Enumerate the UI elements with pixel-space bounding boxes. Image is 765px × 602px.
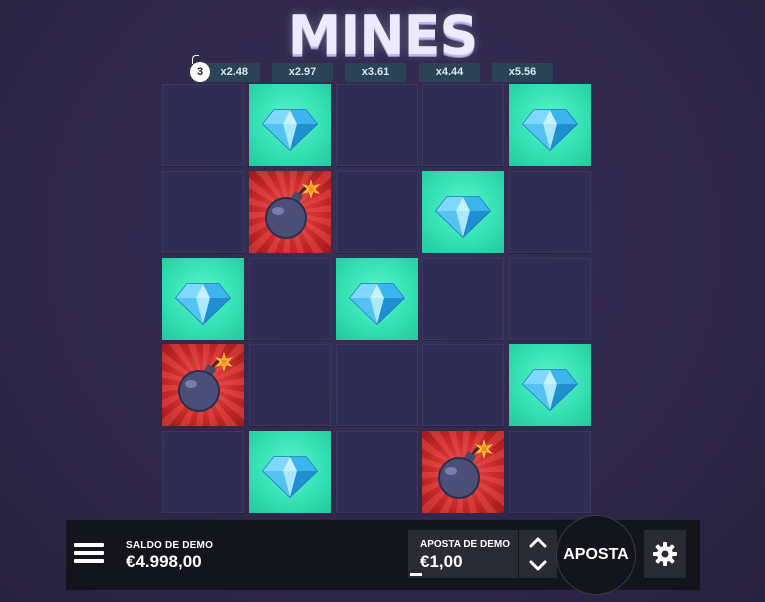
multiplier-3: x3.61: [345, 63, 406, 82]
grid-tile[interactable]: [249, 258, 331, 340]
diamond-icon: [174, 283, 232, 326]
bet-amount-field[interactable]: APOSTA DE DEMO €1,00: [408, 530, 518, 578]
grid-tile[interactable]: [509, 258, 591, 340]
gear-icon: [653, 542, 677, 566]
diamond-icon: [521, 369, 579, 412]
grid-tile[interactable]: [509, 431, 591, 513]
game-title: MINES: [287, 4, 479, 67]
diamond-icon: [521, 109, 579, 152]
grid-tile: [509, 344, 591, 426]
multiplier-4: x4.44: [419, 63, 480, 82]
grid-tile[interactable]: [509, 171, 591, 253]
grid-tile[interactable]: [422, 84, 504, 166]
chevron-down-icon[interactable]: [528, 555, 548, 575]
grid-tile[interactable]: [162, 431, 244, 513]
bottom-bar: SALDO DE DEMO €4.998,00 APOSTA DE DEMO €…: [66, 515, 700, 595]
diamond-icon: [261, 456, 319, 499]
multiplier-2: x2.97: [272, 63, 333, 82]
diamond-icon: [261, 109, 319, 152]
multiplier-5: x5.56: [492, 63, 553, 82]
bet-label: APOSTA DE DEMO: [420, 539, 511, 550]
grid-tile: [162, 344, 244, 426]
grid-tile[interactable]: [336, 171, 418, 253]
diamond-icon: [348, 283, 406, 326]
grid-tile[interactable]: [336, 84, 418, 166]
grid-tile: [162, 258, 244, 340]
menu-icon-line: [74, 543, 104, 547]
grid-tile[interactable]: [162, 84, 244, 166]
grid-tile: [249, 84, 331, 166]
grid-tile[interactable]: [336, 344, 418, 426]
grid-tile[interactable]: [422, 258, 504, 340]
grid-tile: [249, 171, 331, 253]
grid-tile: [422, 431, 504, 513]
bet-value: €1,00: [420, 552, 463, 571]
diamond-icon: [434, 196, 492, 239]
bomb-icon: [265, 179, 320, 239]
multiplier-row: x2.48 x2.97 x3.61 x4.44 x5.56: [0, 63, 765, 83]
grid-tile: [509, 84, 591, 166]
chevron-up-icon[interactable]: [528, 533, 548, 553]
menu-icon[interactable]: [74, 535, 104, 571]
grid-tile[interactable]: [336, 431, 418, 513]
menu-icon-line: [74, 551, 104, 555]
grid-tile: [336, 258, 418, 340]
mines-grid: [162, 84, 592, 516]
bet-stepper: [519, 530, 557, 578]
grid-tile[interactable]: [162, 171, 244, 253]
settings-button[interactable]: [644, 530, 686, 578]
grid-tile[interactable]: [422, 344, 504, 426]
mine-count-badge: 3: [190, 62, 210, 82]
balance-label: SALDO DE DEMO: [126, 540, 214, 551]
bomb-icon: [438, 439, 493, 499]
bet-cursor: [410, 573, 422, 576]
balance-value: €4.998,00: [126, 552, 202, 571]
bomb-icon: [178, 352, 233, 412]
grid-tile: [249, 431, 331, 513]
grid-tile[interactable]: [249, 344, 331, 426]
menu-icon-line: [74, 559, 104, 563]
bet-button[interactable]: APOSTA: [556, 515, 636, 595]
grid-tile: [422, 171, 504, 253]
